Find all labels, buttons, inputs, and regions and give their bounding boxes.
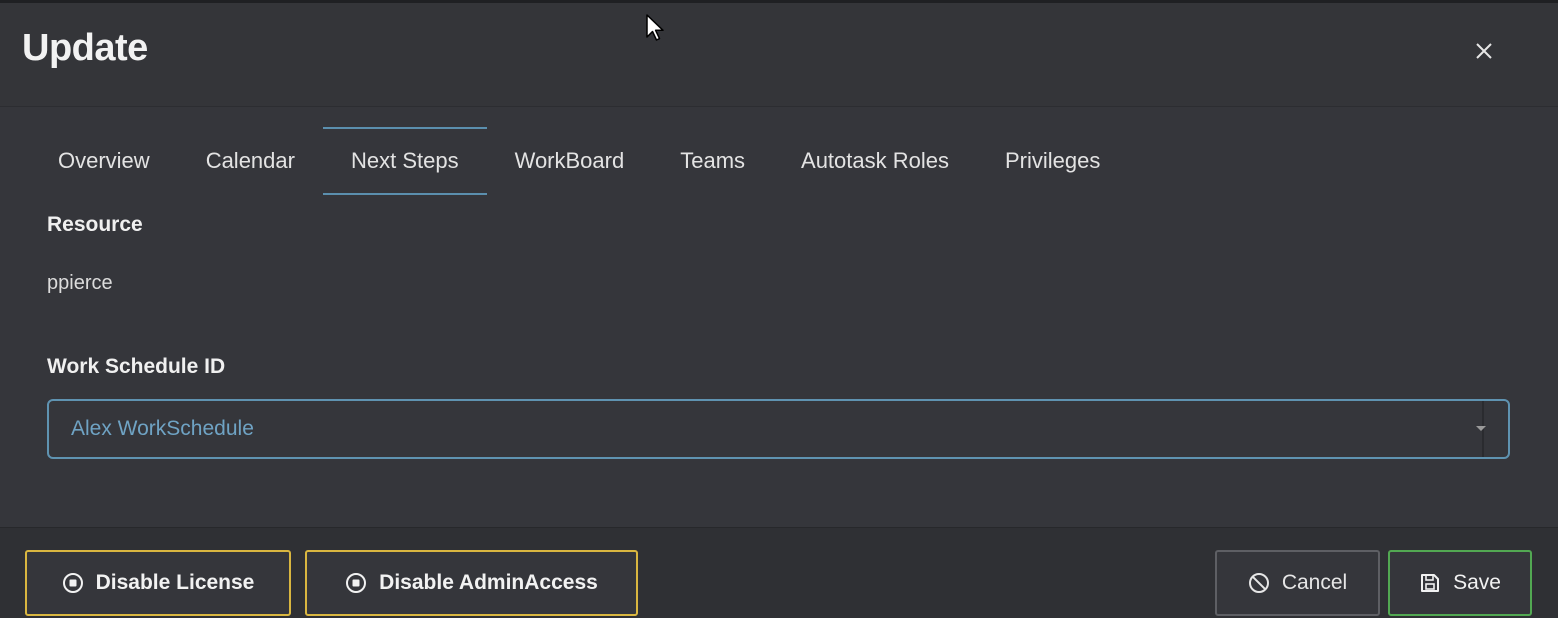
tab-next-steps[interactable]: Next Steps (322, 127, 487, 195)
work-schedule-label: Work Schedule ID (47, 355, 226, 378)
disable-license-button[interactable]: Disable License (25, 550, 291, 616)
close-button[interactable] (1466, 33, 1502, 69)
stop-circle-icon (345, 572, 367, 594)
cancel-button[interactable]: Cancel (1215, 550, 1380, 616)
resource-value: ppierce (47, 272, 113, 294)
disable-admin-access-button[interactable]: Disable AdminAccess (305, 550, 638, 616)
tab-autotask-roles[interactable]: Autotask Roles (773, 127, 977, 195)
tab-calendar[interactable]: Calendar (178, 127, 323, 195)
disable-admin-access-label: Disable AdminAccess (379, 571, 598, 594)
close-icon (1476, 43, 1492, 59)
disable-license-label: Disable License (95, 571, 255, 594)
dialog-footer: Disable License Disable AdminAccess Canc… (0, 527, 1558, 618)
save-button[interactable]: Save (1388, 550, 1532, 616)
tab-privileges[interactable]: Privileges (977, 127, 1128, 195)
update-dialog: Update Overview Calendar Next Steps Work… (0, 0, 1558, 618)
dialog-header: Update (0, 3, 1558, 107)
ban-icon (1248, 572, 1270, 594)
tab-teams[interactable]: Teams (652, 127, 773, 195)
mouse-cursor-icon (646, 14, 664, 41)
stop-circle-icon (62, 572, 84, 594)
dialog-title: Update (22, 27, 148, 69)
cancel-label: Cancel (1281, 571, 1348, 594)
chevron-down-icon[interactable] (1476, 426, 1486, 431)
resource-label: Resource (47, 213, 143, 236)
work-schedule-select[interactable]: Alex WorkSchedule (47, 399, 1510, 459)
tab-bar: Overview Calendar Next Steps WorkBoard T… (30, 127, 1128, 195)
floppy-disk-icon (1419, 572, 1441, 594)
save-label: Save (1453, 571, 1501, 594)
tab-workboard[interactable]: WorkBoard (487, 127, 653, 195)
tab-overview[interactable]: Overview (30, 127, 178, 195)
work-schedule-value: Alex WorkSchedule (71, 417, 254, 440)
